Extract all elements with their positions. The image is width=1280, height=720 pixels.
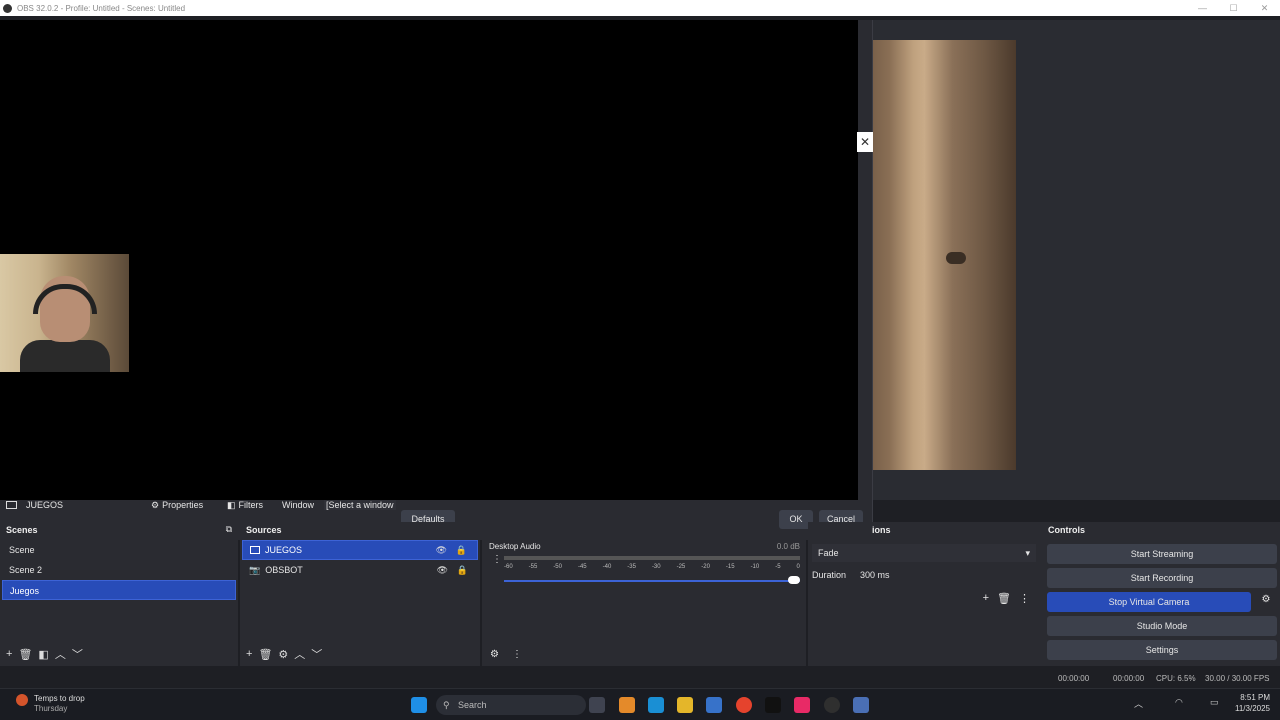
volume-meter xyxy=(504,556,800,560)
tray-chevron-icon[interactable]: ︿ xyxy=(1134,697,1143,710)
add-icon[interactable]: + xyxy=(983,592,989,605)
scene-transitions-dock: ions Fade ▾ Duration 300 ms + 🗑 ⋮ xyxy=(808,522,1044,666)
move-up-icon[interactable]: ︿ xyxy=(55,646,66,662)
stream-time: 00:00:00 xyxy=(1058,674,1090,683)
controls-dock: Controls Start Streaming Start Recording… xyxy=(1042,522,1280,666)
settings-taskbar-icon[interactable] xyxy=(853,697,869,713)
move-up-icon[interactable]: ︿ xyxy=(294,646,305,662)
copilot-icon[interactable] xyxy=(619,697,635,713)
volume-slider-handle[interactable] xyxy=(788,576,800,584)
battery-icon[interactable]: ▭ xyxy=(1210,697,1219,708)
window-titlebar: OBS 32.0.2 - Profile: Untitled - Scenes:… xyxy=(0,0,1280,16)
record-time: 00:00:00 xyxy=(1113,674,1145,683)
channel-level: 0.0 dB xyxy=(776,542,800,551)
webcam-thumbnail xyxy=(0,254,129,372)
start-streaming-button[interactable]: Start Streaming xyxy=(1047,544,1277,564)
mixer-menu-icon[interactable]: ⋮ xyxy=(512,649,522,660)
sources-dock: Sources JUEGOS 👁 🔒 📷 OBSBOT 👁 🔒 + 🗑 ⚙ ︿ … xyxy=(240,522,480,666)
duration-label: Duration xyxy=(812,570,847,580)
tiktok-icon[interactable] xyxy=(794,697,810,713)
scene-item-scene[interactable]: Scene xyxy=(2,540,236,560)
chevron-down-icon: ▾ xyxy=(1025,548,1030,558)
minimize-button[interactable]: — xyxy=(1187,0,1218,16)
undock-icon[interactable]: ⧉ xyxy=(226,524,232,535)
move-down-icon[interactable]: ﹀ xyxy=(311,646,322,662)
eye-icon[interactable]: 👁 xyxy=(437,560,448,580)
menu-icon[interactable]: ⋮ xyxy=(1019,592,1030,605)
stop-virtual-camera-button[interactable]: Stop Virtual Camera xyxy=(1047,592,1251,612)
clock-time[interactable]: 8:51 PM xyxy=(1230,693,1270,702)
settings-button[interactable]: Settings xyxy=(1047,640,1277,660)
status-bar: 00:00:00 00:00:00 CPU: 6.5% 30.00 / 30.0… xyxy=(0,668,1280,688)
scene-item-juegos[interactable]: Juegos xyxy=(2,580,236,600)
dialog-close-button[interactable]: ✕ xyxy=(857,132,873,152)
audio-mixer-dock: Desktop Audio 0.0 dB ⋮ -60 -55 -50 -45 -40 -3… xyxy=(482,538,806,666)
add-icon[interactable]: + xyxy=(6,648,12,660)
transition-select[interactable]: Fade ▾ xyxy=(812,544,1036,562)
start-menu-icon[interactable] xyxy=(411,697,427,713)
clock-date[interactable]: 11/3/2025 xyxy=(1230,704,1270,713)
maximize-button[interactable]: ☐ xyxy=(1218,0,1249,16)
window-icon xyxy=(250,546,260,554)
lock-icon[interactable]: 🔒 xyxy=(456,540,467,560)
store-icon[interactable] xyxy=(706,697,722,713)
wifi-icon[interactable]: ◠ xyxy=(1175,697,1183,708)
virtual-camera-settings-icon[interactable]: ⚙ xyxy=(1259,594,1273,610)
weather-line2: Thursday xyxy=(34,704,68,713)
window-label: Window xyxy=(282,500,315,510)
filter-icon: ◧ xyxy=(227,499,236,510)
source-name: JUEGOS xyxy=(6,500,63,510)
sources-title: Sources xyxy=(246,525,282,535)
move-down-icon[interactable]: ﹀ xyxy=(72,646,83,662)
studio-mode-button[interactable]: Studio Mode xyxy=(1047,616,1277,636)
start-recording-button[interactable]: Start Recording xyxy=(1047,568,1277,588)
gear-icon[interactable]: ⚙ xyxy=(278,648,288,661)
webcam-detail xyxy=(946,252,966,264)
edge-icon[interactable] xyxy=(648,697,664,713)
trash-icon[interactable]: 🗑 xyxy=(258,648,272,661)
channel-name: Desktop Audio xyxy=(489,542,541,551)
duration-input[interactable]: 300 ms xyxy=(858,566,1036,584)
filter-icon[interactable]: ◧ xyxy=(38,648,48,661)
obs-logo-icon xyxy=(3,3,12,13)
window-title: OBS 32.0.2 - Profile: Untitled - Scenes:… xyxy=(17,3,186,13)
trash-icon[interactable]: 🗑 xyxy=(997,592,1011,605)
lock-icon[interactable]: 🔒 xyxy=(457,560,468,580)
gear-icon: ⚙ xyxy=(151,499,160,510)
filters-button[interactable]: ◧ Filters xyxy=(227,500,263,511)
search-icon: ⚲ xyxy=(443,700,450,710)
source-item-juegos[interactable]: JUEGOS 👁 🔒 xyxy=(242,540,478,560)
fps-display: 30.00 / 30.00 FPS xyxy=(1205,674,1270,683)
window-icon xyxy=(6,501,17,509)
taskbar: Temps to drop Thursday ⚲ Search ︿ ◠ ▭ 8:… xyxy=(0,688,1280,720)
cpu-usage: CPU: 6.5% xyxy=(1156,674,1196,683)
bf-app-icon[interactable] xyxy=(765,697,781,713)
properties-button[interactable]: ⚙ Properties xyxy=(151,500,203,511)
window-select[interactable]: [Select a window xyxy=(324,500,396,510)
close-window-button[interactable]: ✕ xyxy=(1249,0,1280,16)
taskbar-search[interactable]: ⚲ Search xyxy=(436,695,586,715)
scenes-dock: Scenes ⧉ Scene Scene 2 Juegos + 🗑 ◧ ︿ ﹀ xyxy=(0,522,238,666)
weather-icon xyxy=(16,694,28,706)
eye-icon[interactable]: 👁 xyxy=(436,540,447,560)
meter-scale: -60 -55 -50 -45 -40 -35 -30 -25 -20 -15 -10 -5 0 xyxy=(504,564,800,570)
chrome-icon[interactable] xyxy=(736,697,752,713)
scenes-title: Scenes xyxy=(6,525,38,535)
weather-line1: Temps to drop xyxy=(34,694,85,703)
volume-slider[interactable] xyxy=(504,580,800,582)
task-view-icon[interactable] xyxy=(589,697,605,713)
source-toolbar: JUEGOS ⚙ Properties ◧ Filters Window [Se… xyxy=(0,498,400,512)
file-explorer-icon[interactable] xyxy=(677,697,693,713)
source-item-obsbot[interactable]: 📷 OBSBOT 👁 🔒 xyxy=(242,560,478,580)
controls-title: Controls xyxy=(1048,525,1085,535)
trash-icon[interactable]: 🗑 xyxy=(18,648,32,661)
webcam-feed-main xyxy=(858,40,1016,470)
camera-icon: 📷 xyxy=(249,565,261,575)
mixer-settings-icon[interactable]: ⚙ xyxy=(490,649,499,660)
obs-taskbar-icon[interactable] xyxy=(824,697,840,713)
add-icon[interactable]: + xyxy=(246,648,252,660)
channel-menu-icon[interactable]: ⋮ xyxy=(492,554,502,565)
transitions-title: ions xyxy=(872,525,891,535)
scene-item-scene-2[interactable]: Scene 2 xyxy=(2,560,236,580)
